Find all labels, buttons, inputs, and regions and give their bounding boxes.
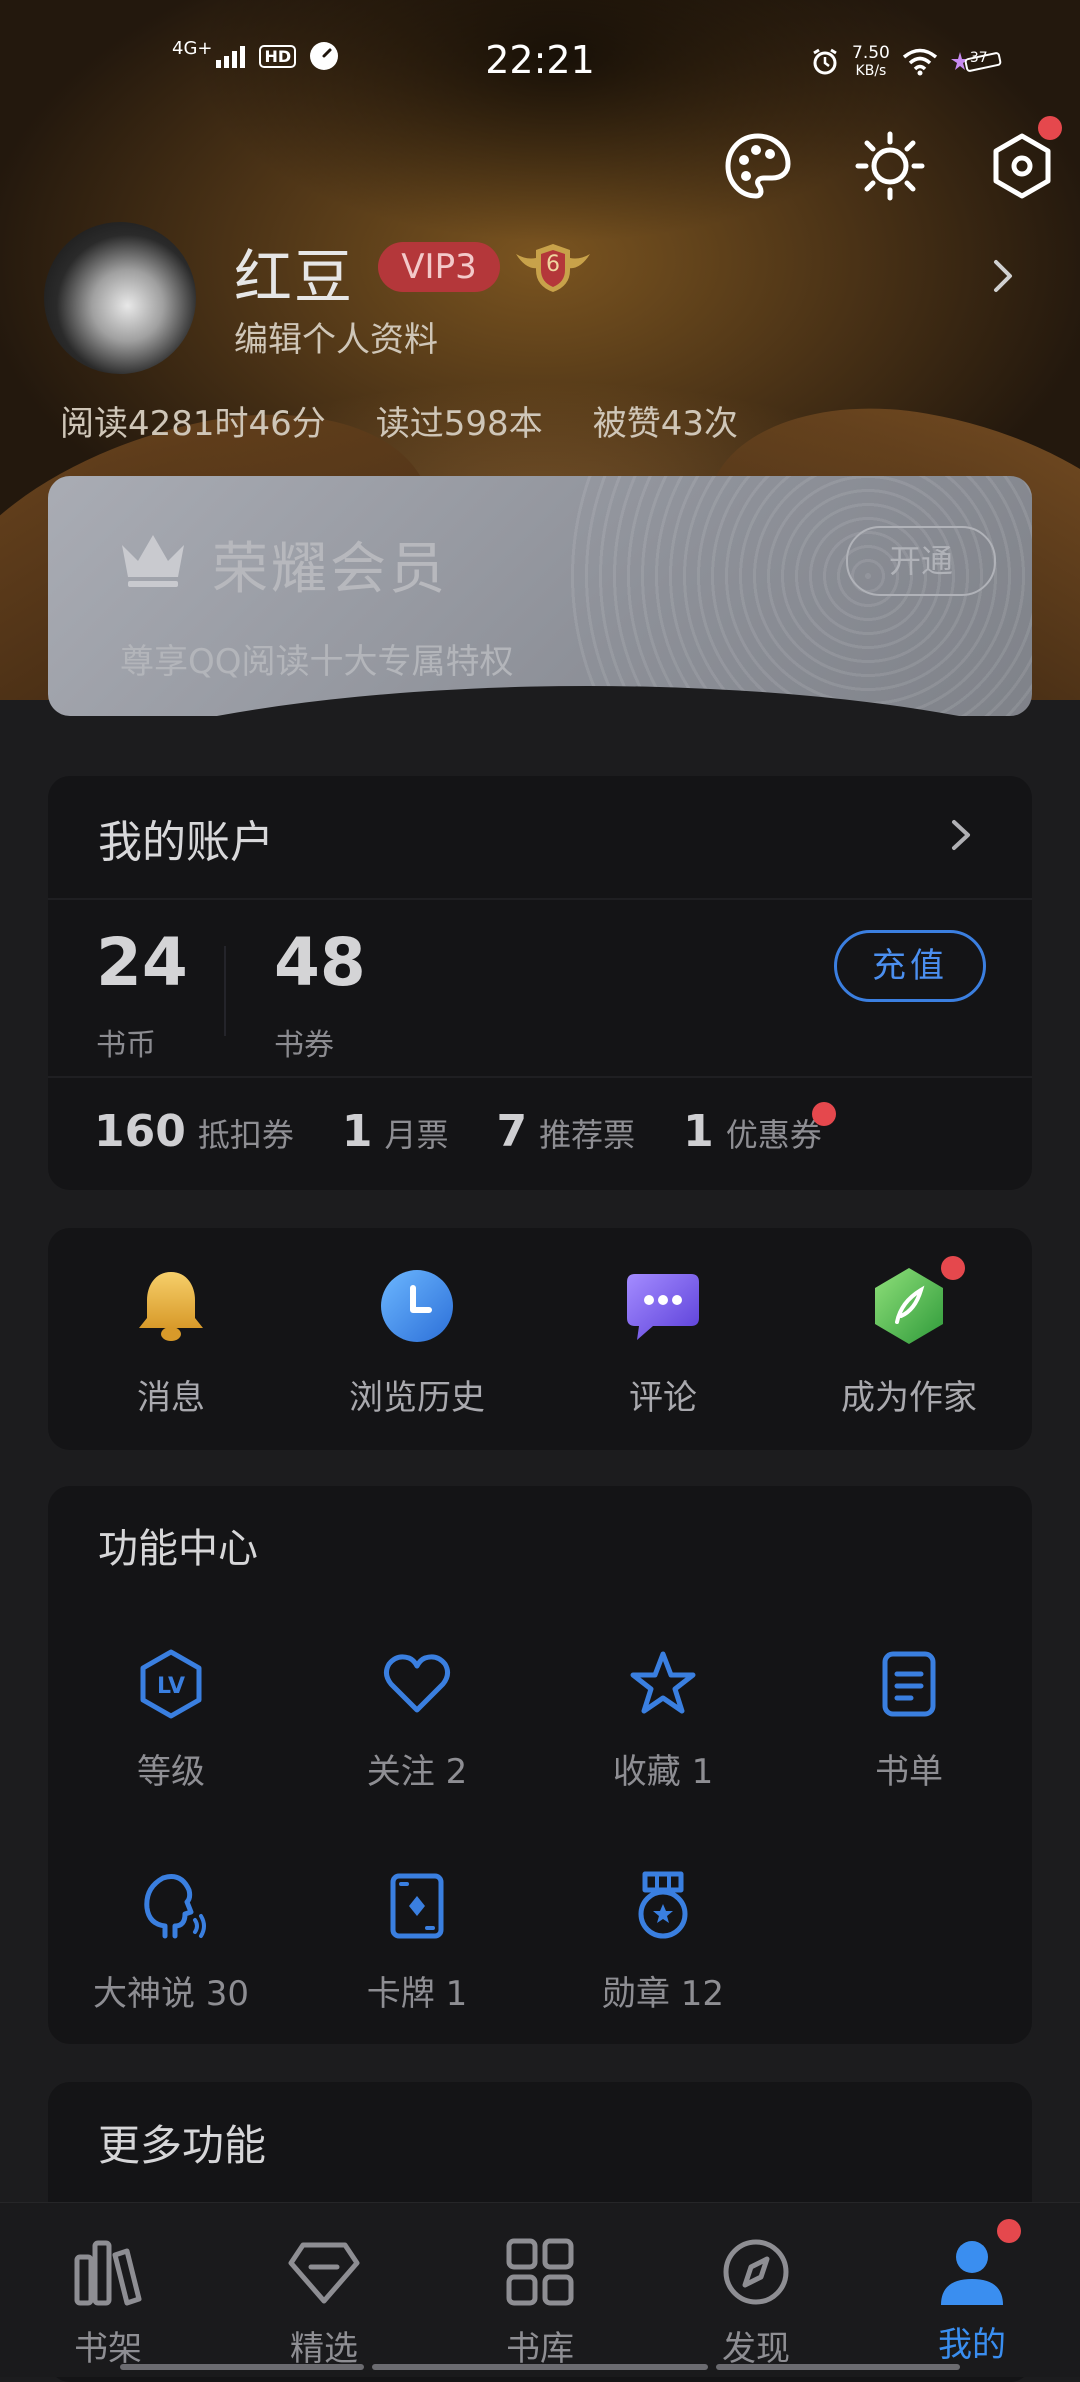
mine-red-dot <box>997 2219 1021 2243</box>
vip-title: 荣耀会员 <box>212 537 448 602</box>
recharge-button[interactable]: 充值 <box>834 930 986 1002</box>
great-gods-say-item[interactable]: 大神说 30 <box>48 1870 294 2015</box>
profile-chevron-icon[interactable] <box>988 256 1018 296</box>
bottom-tab-bar: 书架 精选 书库 发现 我的 <box>0 2202 1080 2377</box>
tab-featured[interactable]: 精选 <box>244 2233 404 2370</box>
wifi-icon <box>902 48 937 76</box>
home-indicator <box>120 2364 364 2370</box>
become-author-button[interactable]: 成为作家 <box>786 1256 1032 1419</box>
settings-red-dot <box>1038 116 1062 140</box>
books-read-stat[interactable]: 读过598本 <box>376 396 543 445</box>
medals-item[interactable]: 勋章 12 <box>540 1870 786 2015</box>
heart-icon <box>383 1654 451 1713</box>
level-number: 6 <box>546 252 560 277</box>
clock-icon <box>381 1270 453 1342</box>
net-speed: 7.50 KB/s <box>852 43 890 79</box>
vip-open-button[interactable]: 开通 <box>846 526 996 596</box>
speaker-icon <box>144 1874 206 1939</box>
favorites-item[interactable]: 收藏 1 <box>540 1648 786 1793</box>
messages-button[interactable]: 消息 <box>48 1266 294 1419</box>
battery-indicator: 37 <box>950 50 1006 74</box>
bell-icon <box>139 1272 203 1341</box>
function-center-card: 功能中心 LV 等级 关注 2 收藏 1 书单 大神说 30 卡牌 1 勋章 1… <box>48 1486 1032 2044</box>
status-bar: 4G+ HD 22:21 7.50 KB/s 37 <box>0 0 1080 130</box>
level-badge[interactable]: 6 <box>512 240 594 296</box>
avatar[interactable] <box>44 222 196 374</box>
tab-library[interactable]: 书库 <box>460 2233 620 2370</box>
monthly-ticket[interactable]: 1 月票 <box>342 1106 449 1157</box>
chat-icon <box>627 1274 699 1340</box>
history-button[interactable]: 浏览历史 <box>294 1266 540 1419</box>
night-mode-button[interactable] <box>854 130 926 202</box>
star-icon <box>630 1651 696 1714</box>
coupon-red-dot <box>811 1102 836 1126</box>
comments-button[interactable]: 评论 <box>540 1266 786 1419</box>
level-icon: LV <box>140 1649 202 1719</box>
svg-text:LV: LV <box>157 1674 185 1699</box>
home-indicator-2 <box>372 2364 708 2370</box>
account-chevron-icon[interactable] <box>948 816 974 854</box>
tab-discover[interactable]: 发现 <box>676 2233 836 2370</box>
palette-icon <box>725 133 791 199</box>
card-icon <box>390 1873 444 1939</box>
grid-icon <box>506 2238 574 2306</box>
follow-item[interactable]: 关注 2 <box>294 1648 540 1793</box>
likes-stat[interactable]: 被赞43次 <box>593 396 738 445</box>
tickets-row: 160 抵扣券 1 月票 7 推荐票 1 优惠券 <box>94 1102 870 1157</box>
reading-time-stat[interactable]: 阅读4281时46分 <box>60 396 326 445</box>
vip-membership-card[interactable]: 荣耀会员 尊享QQ阅读十大专属特权 开通 <box>48 476 1032 716</box>
account-title[interactable]: 我的账户 <box>98 806 274 870</box>
settings-button[interactable] <box>986 116 1062 202</box>
vip-badge[interactable]: VIP3 <box>378 242 500 292</box>
discount-coupon[interactable]: 1 优惠券 <box>683 1102 836 1157</box>
settings-hexagon-icon <box>993 133 1051 199</box>
tab-mine[interactable]: 我的 <box>892 2219 1052 2366</box>
home-indicator-3 <box>716 2364 960 2370</box>
coins-value[interactable]: 24 <box>96 924 188 1001</box>
vouchers-label: 书券 <box>274 1028 334 1063</box>
tab-bookshelf[interactable]: 书架 <box>28 2233 188 2370</box>
crown-icon <box>122 535 184 587</box>
sun-icon <box>855 131 925 201</box>
recommend-ticket[interactable]: 7 推荐票 <box>497 1106 636 1157</box>
edit-profile-link[interactable]: 编辑个人资料 <box>234 312 438 361</box>
bookshelf-icon <box>74 2240 142 2306</box>
vip-subtitle: 尊享QQ阅读十大专属特权 <box>120 642 514 682</box>
booklist-item[interactable]: 书单 <box>786 1648 1032 1793</box>
diamond-icon <box>288 2242 360 2304</box>
level-item[interactable]: LV 等级 <box>48 1648 294 1793</box>
more-functions-title: 更多功能 <box>98 2121 267 2170</box>
compass-icon <box>723 2239 789 2305</box>
account-card: 我的账户 24 书币 48 书券 充值 160 抵扣券 1 月票 7 推荐票 1 优惠券 <box>48 776 1032 1190</box>
theme-palette-button[interactable] <box>722 130 794 202</box>
deduction-coupon[interactable]: 160 抵扣券 <box>94 1106 294 1157</box>
alarm-icon <box>813 48 837 75</box>
person-icon <box>941 2241 1003 2305</box>
medal-icon <box>638 1871 688 1939</box>
cards-item[interactable]: 卡牌 1 <box>294 1870 540 2015</box>
reading-stats: 阅读4281时46分 读过598本 被赞43次 <box>60 396 738 445</box>
quick-actions-card: 消息 浏览历史 评论 成为作家 <box>48 1228 1032 1450</box>
header-actions <box>722 116 1062 202</box>
author-red-dot <box>941 1256 965 1280</box>
quill-icon <box>875 1268 943 1344</box>
username[interactable]: 红豆 <box>234 230 354 314</box>
booklist-icon <box>882 1651 936 1717</box>
function-center-title: 功能中心 <box>98 1526 258 1572</box>
coins-label: 书币 <box>96 1028 156 1063</box>
vouchers-value[interactable]: 48 <box>274 924 366 1001</box>
